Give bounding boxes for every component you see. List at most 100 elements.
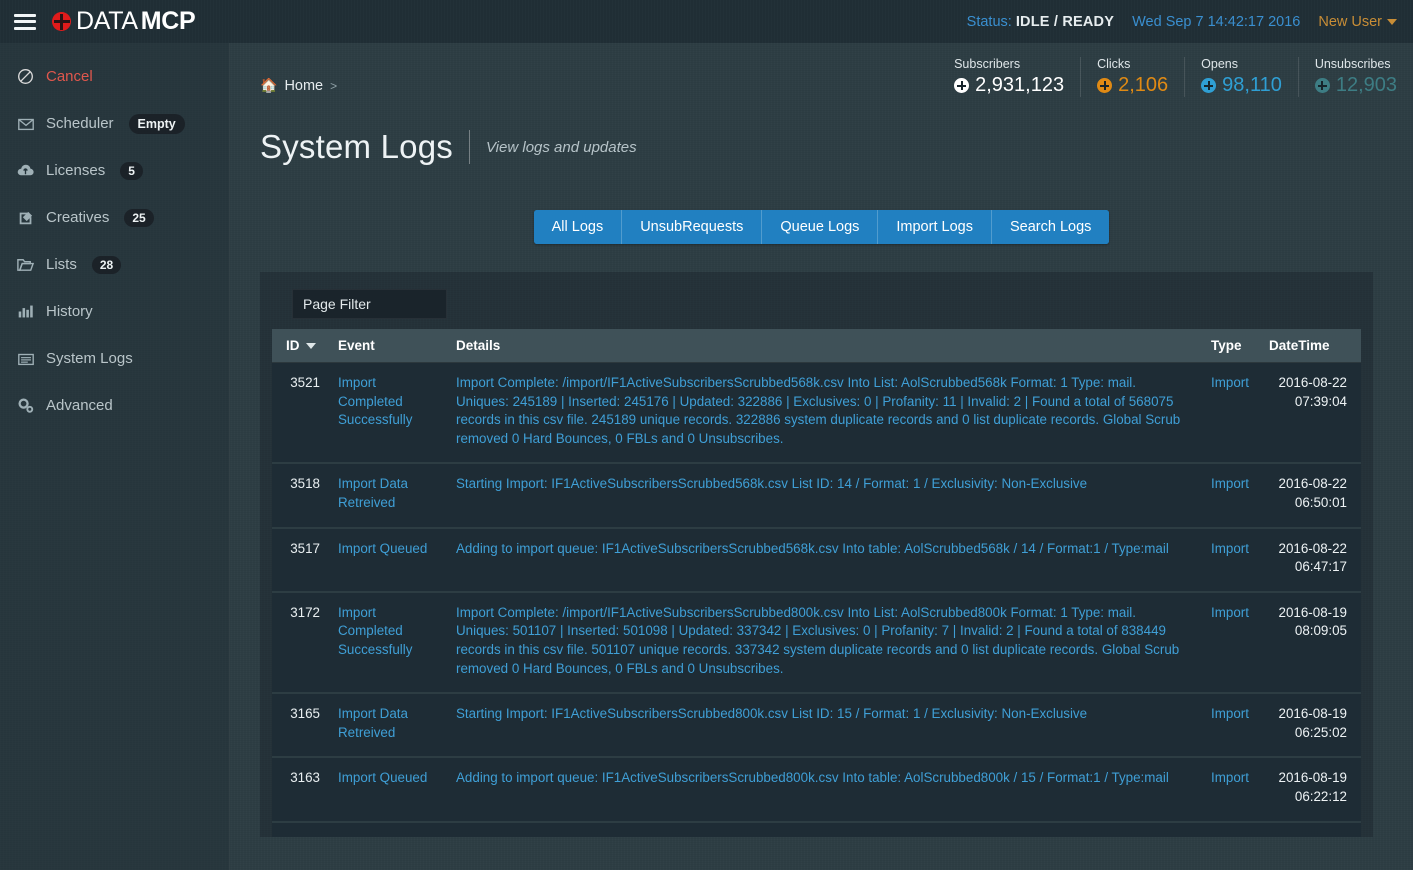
sidebar-item-lists[interactable]: Lists 28	[0, 241, 229, 288]
sidebar-item-label: Advanced	[46, 397, 113, 414]
cell-event[interactable]: Import Completed Successfully	[330, 362, 448, 465]
table-row[interactable]: 3165 Import Data Retreived Starting Impo…	[272, 693, 1361, 759]
column-header-id-label: ID	[286, 338, 300, 353]
cell-id: 3165	[272, 693, 330, 759]
cell-details: Import Complete: /import/IF1ActiveSubscr…	[448, 362, 1203, 465]
table-row[interactable]: 3163 Import Queued Adding to import queu…	[272, 757, 1361, 823]
hamburger-menu-icon[interactable]	[14, 13, 36, 30]
home-icon: 🏠	[260, 77, 278, 93]
cell-id: 3518	[272, 463, 330, 529]
sidebar-badge: 25	[124, 208, 154, 227]
stat-opens: Opens 98,110	[1185, 57, 1299, 97]
bar-chart-icon	[16, 302, 35, 321]
page-filter-input[interactable]	[292, 289, 447, 319]
cell-details: Starting Import: IF1ActiveSubscribersScr…	[448, 693, 1203, 759]
table-row[interactable]: 3517 Import Queued Adding to import queu…	[272, 527, 1361, 593]
sidebar-item-label: Scheduler	[46, 115, 114, 132]
status-indicator: Status: IDLE / READY	[967, 14, 1114, 30]
filter-row	[272, 284, 1361, 329]
stat-value-wrap: 12,903	[1314, 74, 1397, 97]
sidebar-item-cancel[interactable]: Cancel	[0, 53, 229, 100]
sidebar-item-scheduler[interactable]: Scheduler Empty	[0, 100, 229, 147]
sidebar-item-label: Creatives	[46, 209, 110, 226]
table-head: ID Event Details Type DateTime	[272, 329, 1361, 363]
stat-subscribers: Subscribers 2,931,123	[938, 57, 1082, 97]
tab-search-logs[interactable]: Search Logs	[991, 210, 1110, 244]
cell-datetime: 2016-08-22 06:50:01	[1261, 463, 1361, 529]
sidebar-item-label: Licenses	[46, 162, 106, 179]
main-content: Subscribers 2,931,123 Clicks 2,106 Opens…	[230, 43, 1413, 870]
sidebar-item-label: History	[46, 303, 93, 320]
column-header-type[interactable]: Type	[1203, 329, 1261, 363]
cell-type[interactable]: Import	[1203, 757, 1261, 823]
cell-details: Adding to import queue: IF1ActiveSubscri…	[448, 757, 1203, 823]
tab-unsub-requests[interactable]: UnsubRequests	[622, 210, 763, 244]
sidebar-item-advanced[interactable]: Advanced	[0, 382, 229, 429]
user-menu-label: New User	[1318, 13, 1382, 30]
cell-event[interactable]: Import Completed Successfully	[330, 591, 448, 695]
stat-value: 2,106	[1118, 74, 1169, 96]
sidebar-badge: 28	[91, 255, 122, 274]
table-row[interactable]: 3521 Import Completed Successfully Impor…	[272, 362, 1361, 465]
logs-panel: ID Event Details Type DateTime 3521 Impo…	[260, 272, 1373, 837]
stat-value: 98,110	[1222, 74, 1282, 96]
list-icon	[16, 349, 35, 368]
tab-import-logs[interactable]: Import Logs	[878, 210, 992, 244]
plus-circle-icon	[1201, 78, 1217, 93]
sidebar-item-label: System Logs	[46, 350, 133, 367]
app-logo[interactable]: DATA MCP	[52, 7, 196, 36]
cell-type[interactable]: Import	[1203, 821, 1261, 837]
column-header-details[interactable]: Details	[448, 329, 1203, 363]
sidebar-item-system-logs[interactable]: System Logs	[0, 335, 229, 382]
hamburger-bar	[14, 13, 36, 17]
cell-type[interactable]: Import	[1203, 362, 1261, 465]
sidebar-item-label: Cancel	[46, 68, 93, 85]
tab-all-logs[interactable]: All Logs	[533, 210, 623, 244]
breadcrumb-home-link[interactable]: Home	[284, 78, 323, 94]
brand-name-light: DATA	[76, 7, 138, 35]
cell-id: 3521	[272, 362, 330, 465]
stat-value-wrap: 2,106	[1097, 74, 1168, 97]
ban-icon	[16, 67, 35, 86]
top-bar-right: Status: IDLE / READY Wed Sep 7 14:42:17 …	[967, 14, 1413, 30]
column-header-datetime[interactable]: DateTime	[1261, 329, 1361, 363]
gears-icon	[16, 396, 35, 415]
status-value: IDLE / READY	[1015, 13, 1115, 30]
cell-type[interactable]: Import	[1203, 527, 1261, 593]
cell-event[interactable]: File Upload Successful	[330, 821, 448, 837]
stat-label: Clicks	[1097, 57, 1131, 71]
column-header-event[interactable]: Event	[330, 329, 448, 363]
cell-event[interactable]: Import Data Retreived	[330, 693, 448, 759]
user-menu[interactable]: New User	[1318, 14, 1397, 30]
tab-group: All Logs UnsubRequests Queue Logs Import…	[533, 210, 1110, 244]
cell-event[interactable]: Import Data Retreived	[330, 463, 448, 529]
top-bar: DATA MCP Status: IDLE / READY Wed Sep 7 …	[0, 0, 1413, 43]
cell-type[interactable]: Import	[1203, 693, 1261, 759]
table-body: 3521 Import Completed Successfully Impor…	[272, 362, 1361, 837]
column-header-id[interactable]: ID	[272, 329, 330, 363]
status-label: Status:	[966, 13, 1012, 30]
cell-datetime: 2016-08-22 06:47:17	[1261, 527, 1361, 593]
cell-event[interactable]: Import Queued	[330, 757, 448, 823]
table-row[interactable]: 3518 Import Data Retreived Starting Impo…	[272, 463, 1361, 529]
sidebar-item-creatives[interactable]: Creatives 25	[0, 194, 229, 241]
table-header-row: ID Event Details Type DateTime	[272, 329, 1361, 363]
sidebar-item-history[interactable]: History	[0, 288, 229, 335]
brand-name-bold: MCP	[140, 7, 196, 35]
hamburger-bar	[14, 20, 36, 23]
sidebar-item-licenses[interactable]: Licenses 5	[0, 147, 229, 194]
page-header: System Logs View logs and updates	[230, 94, 1413, 166]
crosshair-logo-icon	[52, 12, 71, 31]
sidebar-badge: 5	[120, 161, 143, 180]
sidebar-badge: Empty	[128, 113, 185, 134]
envelope-icon	[16, 114, 35, 133]
table-row[interactable]: 3116 File Upload Successful Filename: IF…	[272, 821, 1361, 837]
cell-id: 3517	[272, 527, 330, 593]
cell-type[interactable]: Import	[1203, 463, 1261, 529]
cell-type[interactable]: Import	[1203, 591, 1261, 695]
clock: Wed Sep 7 14:42:17 2016	[1132, 13, 1301, 30]
cloud-upload-icon	[16, 161, 35, 180]
cell-event[interactable]: Import Queued	[330, 527, 448, 593]
table-row[interactable]: 3172 Import Completed Successfully Impor…	[272, 591, 1361, 695]
tab-queue-logs[interactable]: Queue Logs	[762, 210, 879, 244]
